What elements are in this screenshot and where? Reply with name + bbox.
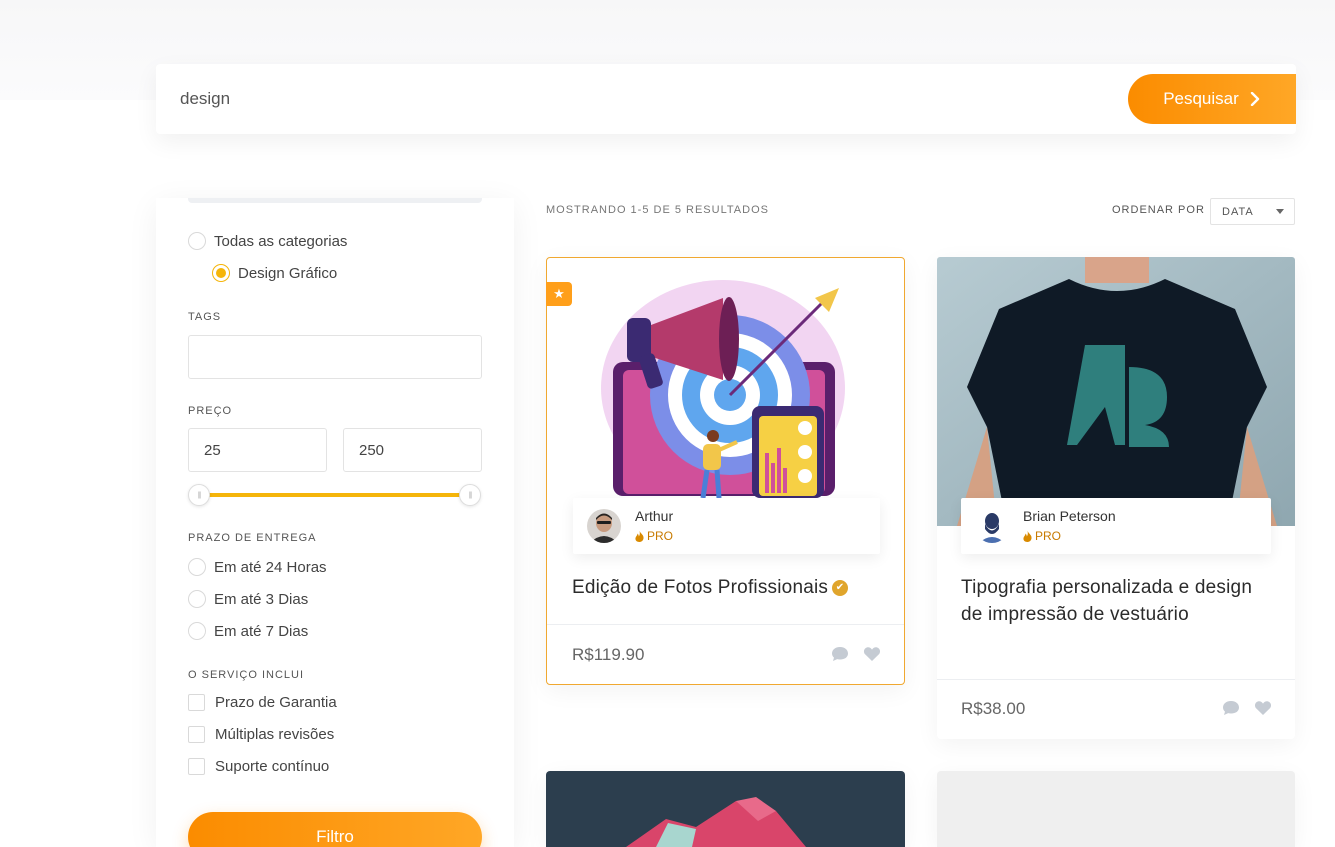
caret-down-icon [1276,209,1284,214]
includes-option[interactable]: Prazo de Garantia [188,694,337,711]
checkbox[interactable] [188,694,205,711]
search-button[interactable]: Pesquisar [1128,74,1296,124]
pro-badge: PRO [1023,529,1061,543]
tags-label: TAGS [188,311,222,323]
checkbox[interactable] [188,726,205,743]
price-label: PREÇO [188,405,233,417]
card-divider [547,624,904,625]
category-design-grafico[interactable]: Design Gráfico [212,264,337,282]
card-photo-tshirt [937,257,1295,526]
comment-icon[interactable] [1222,700,1240,716]
service-card[interactable]: ★ Arthur PRO Edição de Fotos Profissiona… [546,257,905,685]
tags-input[interactable] [188,335,482,379]
price-slider-max-handle[interactable]: ||| [459,484,481,506]
price-max-input[interactable] [343,428,482,472]
delivery-option[interactable]: Em até 24 Horas [188,558,327,576]
service-card[interactable] [546,771,905,847]
card-title[interactable]: Tipografia personalizada e design de imp… [961,574,1261,628]
search-bar: Pesquisar [156,64,1296,134]
checkbox[interactable] [188,758,205,775]
price-slider-min-handle[interactable]: ||| [188,484,210,506]
card-actions [831,646,881,662]
verified-check-icon: ✔ [832,579,849,596]
seller-info[interactable]: Arthur PRO [573,498,880,554]
delivery-option[interactable]: Em até 7 Dias [188,622,308,640]
delivery-option[interactable]: Em até 3 Dias [188,590,308,608]
card-illustration [547,258,904,498]
category-label: Todas as categorias [214,232,348,250]
category-all[interactable]: Todas as categorias [188,232,347,250]
card-price: R$38.00 [961,699,1026,718]
price-min-input[interactable] [188,428,327,472]
seller-info[interactable]: Brian Peterson PRO [961,498,1271,554]
seller-avatar [587,509,621,543]
includes-option[interactable]: Suporte contínuo [188,758,329,775]
sort-select[interactable]: DATA [1210,198,1295,225]
heart-icon[interactable] [863,646,881,662]
search-button-label: Pesquisar [1163,89,1239,108]
chevron-right-icon [1250,92,1259,106]
card-title-text: Tipografia personalizada e design de imp… [961,577,1253,625]
card-actions [1222,700,1272,716]
delivery-option-label: Em até 7 Dias [214,622,309,640]
results-count: MOSTRANDO 1-5 DE 5 RESULTADOS [546,204,769,216]
service-card[interactable] [937,771,1295,847]
radio-button[interactable] [188,590,206,608]
radio-button[interactable] [188,232,206,250]
radio-button-checked[interactable] [212,264,230,282]
includes-label: O SERVIÇO INCLUI [188,669,305,681]
category-label: Design Gráfico [238,264,338,282]
pro-badge-label: PRO [1035,529,1062,543]
seller-name: Arthur [635,508,674,524]
featured-star-icon: ★ [546,282,572,306]
price-slider-track[interactable] [200,493,470,497]
heart-icon[interactable] [1254,700,1272,716]
radio-button[interactable] [188,622,206,640]
card-photo-brochure [546,771,905,847]
seller-name: Brian Peterson [1023,508,1116,524]
delivery-option-label: Em até 3 Dias [214,590,309,608]
sort-value: DATA [1222,205,1254,218]
filter-sidebar: Todas as categorias Design Gráfico TAGS … [156,198,514,847]
pro-badge-label: PRO [647,529,674,543]
service-card[interactable]: Brian Peterson PRO Tipografia personaliz… [937,257,1295,739]
card-title[interactable]: Edição de Fotos Profissionais ✔ [572,574,882,601]
card-divider [937,679,1295,680]
includes-option-label: Múltiplas revisões [215,726,335,743]
includes-option-label: Suporte contínuo [215,758,330,775]
pro-badge: PRO [635,529,673,543]
sidebar-divider [188,198,482,203]
flame-icon [635,530,644,542]
includes-option[interactable]: Múltiplas revisões [188,726,334,743]
seller-avatar [975,509,1009,543]
includes-option-label: Prazo de Garantia [215,694,337,711]
filter-button[interactable]: Filtro [188,812,482,847]
radio-button[interactable] [188,558,206,576]
search-input[interactable] [180,84,1080,114]
card-price: R$119.90 [572,645,645,664]
flame-icon [1023,530,1032,542]
delivery-option-label: Em até 24 Horas [214,558,327,576]
comment-icon[interactable] [831,646,849,662]
sort-label: ORDENAR POR [1112,204,1205,216]
delivery-label: PRAZO DE ENTREGA [188,532,317,544]
card-title-text: Edição de Fotos Profissionais [572,577,829,598]
